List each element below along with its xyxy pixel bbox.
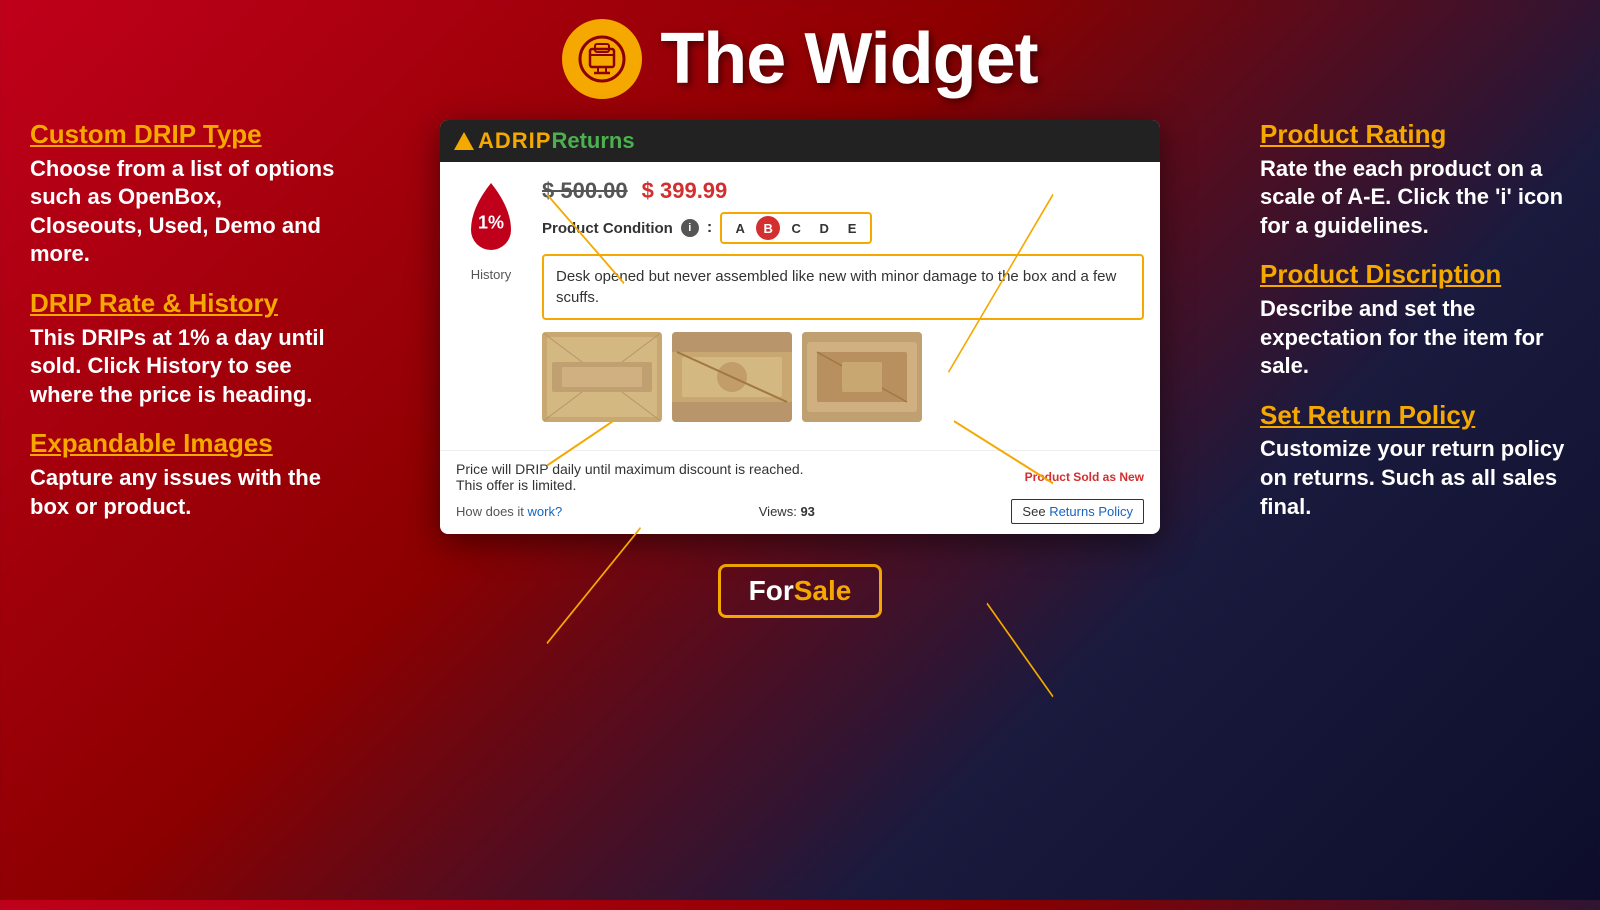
views-text: Views: 93 (759, 504, 815, 519)
product-image-1[interactable] (542, 332, 662, 422)
center-inner: ADRIP Returns 1% (440, 110, 1160, 618)
condition-b-button[interactable]: B (756, 216, 780, 240)
drip-message-2: This offer is limited. (456, 477, 804, 493)
condition-c-button[interactable]: C (784, 216, 808, 240)
feature-title-custom-drip-type: Custom DRIP Type (30, 120, 340, 149)
main-layout: Custom DRIP Type Choose from a list of o… (0, 110, 1600, 910)
forsale-for: For (749, 575, 794, 607)
description-box[interactable]: Desk opened but never assembled like new… (542, 254, 1144, 320)
returns-policy-button[interactable]: See Returns Policy (1011, 499, 1144, 524)
condition-label: Product Condition (542, 220, 673, 237)
drip-triangle-icon (454, 132, 474, 150)
feature-desc-drip-rate-history: This DRIPs at 1% a day until sold. Click… (30, 324, 340, 410)
returns-pre: See (1022, 504, 1045, 519)
right-column: Product Rating Rate the each product on … (1240, 110, 1580, 910)
drip-percent: 1% (478, 212, 504, 233)
condition-row: Product Condition i : A B C D E (542, 212, 1144, 244)
product-images-row (542, 332, 1144, 422)
condition-buttons: A B C D E (720, 212, 872, 244)
feature-set-return-policy: Set Return Policy Customize your return … (1260, 401, 1570, 521)
forsale-badge: ForSale (718, 564, 883, 618)
views-count: 93 (800, 504, 814, 519)
widget-container: ADRIP Returns 1% (440, 120, 1160, 534)
condition-e-button[interactable]: E (840, 216, 864, 240)
sold-as-new-badge[interactable]: Product Sold as New (1025, 470, 1144, 484)
widget-footer: Price will DRIP daily until maximum disc… (440, 450, 1160, 534)
widget-body: 1% History $ 500.00 $ 399.99 Product C (440, 162, 1160, 450)
condition-info-icon[interactable]: i (681, 219, 699, 237)
feature-desc-expandable-images: Capture any issues with the box or produ… (30, 464, 340, 521)
left-column: Custom DRIP Type Choose from a list of o… (20, 110, 360, 910)
feature-title-set-return-policy: Set Return Policy (1260, 401, 1570, 430)
widget-top-row: 1% History $ 500.00 $ 399.99 Product C (456, 178, 1144, 332)
drip-badge: 1% History (456, 178, 526, 282)
feature-drip-rate-history: DRIP Rate & History This DRIPs at 1% a d… (30, 289, 340, 409)
feature-title-expandable-images: Expandable Images (30, 429, 340, 458)
feature-title-product-rating: Product Rating (1260, 120, 1570, 149)
feature-desc-product-rating: Rate the each product on a scale of A-E.… (1260, 155, 1570, 241)
widget-details: $ 500.00 $ 399.99 Product Condition i : … (542, 178, 1144, 332)
condition-d-button[interactable]: D (812, 216, 836, 240)
widget-header-bar: ADRIP Returns (440, 120, 1160, 162)
history-label[interactable]: History (471, 267, 511, 282)
feature-product-rating: Product Rating Rate the each product on … (1260, 120, 1570, 240)
feature-title-drip-rate-history: DRIP Rate & History (30, 289, 340, 318)
feature-desc-custom-drip-type: Choose from a list of options such as Op… (30, 155, 340, 269)
center-column: ADRIP Returns 1% (360, 110, 1240, 910)
drop-icon: 1% (456, 178, 526, 263)
drip-message-1: Price will DRIP daily until maximum disc… (456, 461, 804, 477)
feature-custom-drip-type: Custom DRIP Type Choose from a list of o… (30, 120, 340, 269)
feature-title-product-description: Product Discription (1260, 260, 1570, 289)
footer-main-row: Price will DRIP daily until maximum disc… (456, 461, 1144, 493)
widget-icon (562, 19, 642, 99)
feature-expandable-images: Expandable Images Capture any issues wit… (30, 429, 340, 521)
feature-desc-set-return-policy: Customize your return policy on returns.… (1260, 435, 1570, 521)
drip-messages: Price will DRIP daily until maximum disc… (456, 461, 804, 493)
page-header: The Widget (0, 0, 1600, 110)
returns-text: Returns (551, 128, 634, 154)
how-it-works: How does it work? (456, 504, 562, 519)
footer-bottom-row: How does it work? Views: 93 See Returns … (456, 499, 1144, 524)
product-image-3[interactable] (802, 332, 922, 422)
price-original: $ 500.00 (542, 178, 628, 204)
price-sale: $ 399.99 (642, 178, 728, 204)
feature-desc-product-description: Describe and set the expectation for the… (1260, 295, 1570, 381)
how-it-works-pre: How does it (456, 504, 524, 519)
drip-logo: ADRIP Returns (454, 128, 635, 154)
drip-text: ADRIP (478, 128, 551, 154)
feature-product-description: Product Discription Describe and set the… (1260, 260, 1570, 380)
condition-colon: : (707, 219, 712, 237)
price-row: $ 500.00 $ 399.99 (542, 178, 1144, 204)
how-it-works-link[interactable]: work? (528, 504, 563, 519)
main-title: The Widget (660, 18, 1037, 100)
views-label: Views: (759, 504, 797, 519)
forsale-sale: Sale (794, 575, 852, 607)
returns-link[interactable]: Returns Policy (1049, 504, 1133, 519)
product-image-2[interactable] (672, 332, 792, 422)
condition-a-button[interactable]: A (728, 216, 752, 240)
